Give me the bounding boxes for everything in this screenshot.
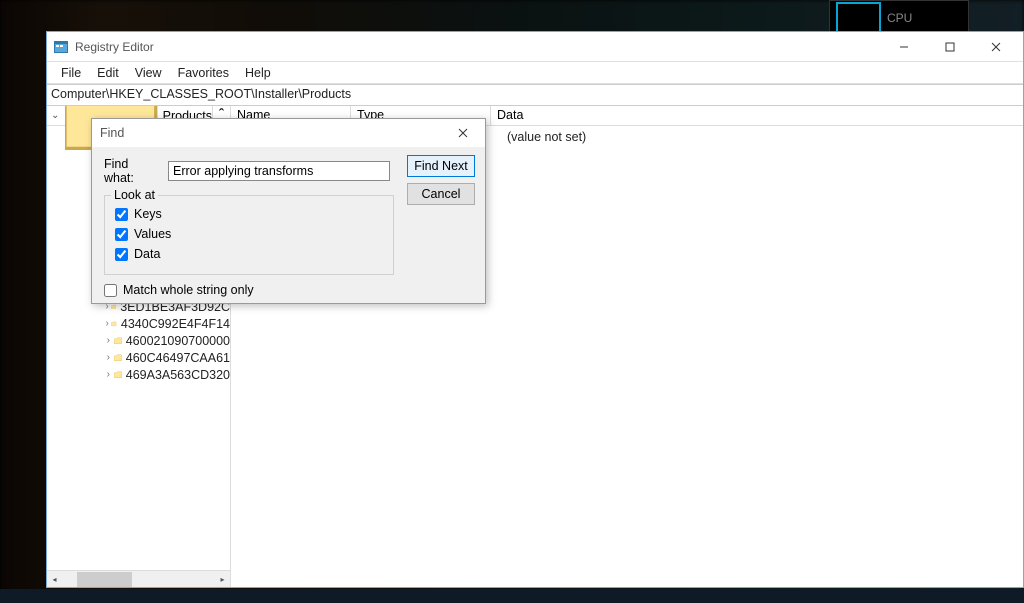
window-title: Registry Editor — [75, 40, 881, 54]
keys-checkbox[interactable] — [115, 208, 128, 221]
column-data[interactable]: Data — [491, 106, 1023, 125]
chevron-down-icon[interactable]: ⌄ — [51, 110, 59, 121]
address-bar[interactable]: Computer\HKEY_CLASSES_ROOT\Installer\Pro… — [47, 84, 1023, 106]
taskbar[interactable] — [0, 589, 1024, 603]
look-at-group: Look at Keys Values Data — [104, 195, 394, 275]
tree-item[interactable]: › 460021090700000 — [47, 332, 230, 349]
menu-favorites[interactable]: Favorites — [170, 64, 237, 82]
cpu-widget: CPU — [829, 0, 969, 35]
look-at-legend: Look at — [111, 188, 158, 202]
menu-edit[interactable]: Edit — [89, 64, 127, 82]
tree-item-label: 469A3A563CD320 — [126, 368, 230, 382]
row-data-value: (value not set) — [507, 130, 1017, 144]
find-next-button[interactable]: Find Next — [407, 155, 475, 177]
find-what-label: Find what: — [104, 157, 160, 185]
scroll-thumb[interactable] — [77, 572, 132, 587]
scroll-right-arrow[interactable]: ▸ — [215, 572, 230, 587]
match-whole-checkbox[interactable] — [104, 284, 117, 297]
menubar: File Edit View Favorites Help — [47, 62, 1023, 84]
minimize-button[interactable] — [881, 32, 927, 62]
close-button[interactable] — [973, 32, 1019, 62]
tree-item-label: 4340C992E4F4F14 — [121, 317, 230, 331]
titlebar[interactable]: Registry Editor — [47, 32, 1023, 62]
cancel-button[interactable]: Cancel — [407, 183, 475, 205]
find-dialog: Find Find what: Find Next Cancel Look at… — [91, 118, 486, 304]
data-label: Data — [134, 247, 160, 261]
cpu-label: CPU — [887, 11, 912, 25]
registry-editor-window: Registry Editor File Edit View Favorites… — [46, 31, 1024, 588]
match-whole-label: Match whole string only — [123, 283, 254, 297]
cpu-graph-icon — [836, 2, 881, 34]
values-checkbox[interactable] — [115, 228, 128, 241]
close-icon[interactable] — [449, 123, 477, 143]
tree-item[interactable]: › 4340C992E4F4F14 — [47, 315, 230, 332]
keys-label: Keys — [134, 207, 162, 221]
expand-icon[interactable]: › — [105, 335, 112, 346]
menu-help[interactable]: Help — [237, 64, 279, 82]
tree-item-label: 460C46497CAA61 — [126, 351, 230, 365]
expand-icon[interactable]: › — [105, 369, 112, 380]
find-title: Find — [100, 126, 124, 140]
tree-item[interactable]: › 460C46497CAA61 — [47, 349, 230, 366]
expand-icon[interactable]: › — [105, 318, 109, 329]
scroll-left-arrow[interactable]: ◂ — [47, 572, 62, 587]
menu-file[interactable]: File — [53, 64, 89, 82]
values-label: Values — [134, 227, 171, 241]
menu-view[interactable]: View — [127, 64, 170, 82]
find-titlebar[interactable]: Find — [92, 119, 485, 147]
tree-item[interactable]: › 469A3A563CD320 — [47, 366, 230, 383]
tree-item-label: 460021090700000 — [126, 334, 230, 348]
maximize-button[interactable] — [927, 32, 973, 62]
find-what-input[interactable] — [168, 161, 390, 181]
expand-icon[interactable]: › — [105, 352, 112, 363]
horizontal-scrollbar[interactable]: ◂ ▸ — [47, 570, 230, 587]
data-checkbox[interactable] — [115, 248, 128, 261]
regedit-icon — [53, 39, 69, 55]
